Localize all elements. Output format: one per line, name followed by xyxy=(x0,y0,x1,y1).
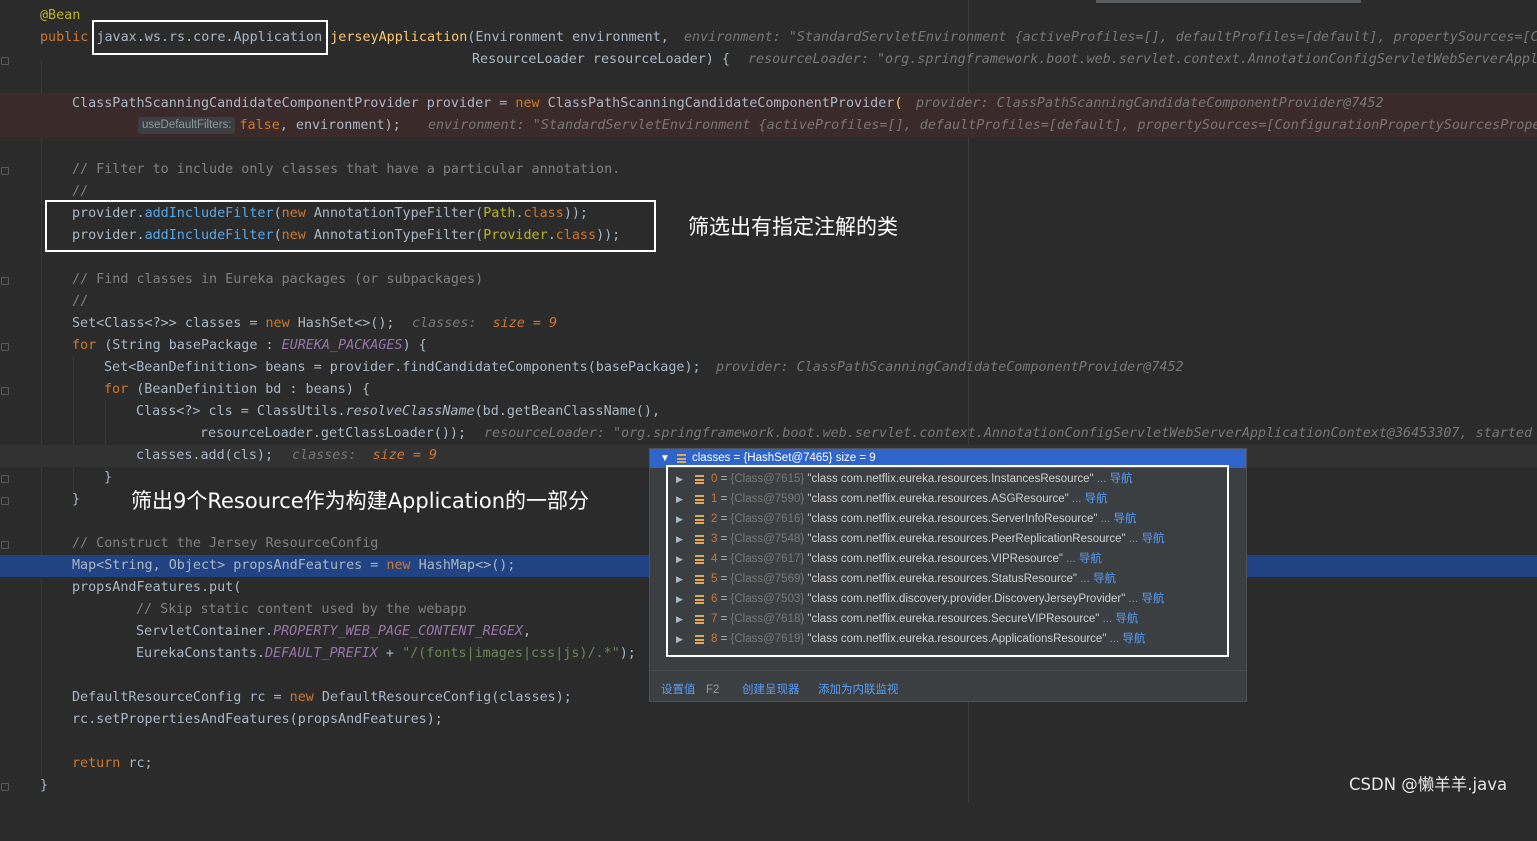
code-text: } xyxy=(72,492,81,507)
code-line[interactable]: Set<BeanDefinition> beans = provider.fin… xyxy=(0,357,1537,379)
code-line[interactable]: for (BeanDefinition bd : beans) { xyxy=(0,379,1537,401)
code-text: for (BeanDefinition bd : beans) { xyxy=(104,382,371,397)
code-text: resourceLoader.getClassLoader()); xyxy=(200,426,467,441)
highlight-box-return-type xyxy=(92,20,328,55)
divider xyxy=(650,670,1246,671)
code-text: classes.add(cls); xyxy=(136,448,274,463)
highlight-box-include-filters xyxy=(45,200,656,252)
inline-debug-hint: environment: "StandardServletEnvironment… xyxy=(684,30,1537,45)
code-comment: // xyxy=(72,294,89,309)
code-text: ServletContainer.PROPERTY_WEB_PAGE_CONTE… xyxy=(136,624,532,639)
code-line[interactable]: // xyxy=(0,291,1537,313)
code-text: Map<String, Object> propsAndFeatures = n… xyxy=(72,558,516,573)
code-comment: // Skip static content used by the webap… xyxy=(136,602,467,617)
code-line[interactable]: Class<?> cls = ClassUtils.resolveClassNa… xyxy=(0,401,1537,423)
create-renderer-link[interactable]: 创建呈现器 xyxy=(742,680,800,700)
code-text: Set<Class<?>> classes = new HashSet<>(); xyxy=(72,316,395,331)
inline-debug-hint: resourceLoader: "org.springframework.boo… xyxy=(484,426,1537,441)
code-line[interactable]: resourceLoader.getClassLoader()); resour… xyxy=(0,423,1537,445)
watermark: CSDN @懒羊羊.java xyxy=(1349,775,1508,794)
code-line-breakpoint[interactable]: ClassPathScanningCandidateComponentProvi… xyxy=(0,93,1537,115)
annotation-token: @Bean xyxy=(40,8,81,23)
code-text: for (String basePackage : EUREKA_PACKAGE… xyxy=(72,338,427,353)
code-line[interactable]: rc.setPropertiesAndFeatures(propsAndFeat… xyxy=(0,709,1537,731)
code-text: Set<BeanDefinition> beans = provider.fin… xyxy=(104,360,701,375)
code-text: ResourceLoader resourceLoader) { xyxy=(472,52,730,67)
code-comment: // Find classes in Eureka packages (or s… xyxy=(72,272,484,287)
resource-annotation-note: 筛出9个Resource作为构建Application的一部分 xyxy=(131,489,589,513)
code-text: propsAndFeatures.put( xyxy=(72,580,242,595)
code-text: DefaultResourceConfig rc = new DefaultRe… xyxy=(72,690,572,705)
inline-debug-hint: environment: "StandardServletEnvironment… xyxy=(428,118,1537,133)
code-comment: // Filter to include only classes that h… xyxy=(72,162,621,177)
inline-debug-hint: classes: size = 9 xyxy=(292,448,438,463)
code-line[interactable]: Set<Class<?>> classes = new HashSet<>();… xyxy=(0,313,1537,335)
code-text: return rc; xyxy=(72,756,153,771)
code-line[interactable]: for (String basePackage : EUREKA_PACKAGE… xyxy=(0,335,1537,357)
highlight-box-resource-list xyxy=(666,465,1229,657)
filter-annotation-note: 筛选出有指定注解的类 xyxy=(688,215,898,239)
horizontal-scrollbar[interactable] xyxy=(1096,0,1361,3)
inline-debug-hint: provider: ClassPathScanningCandidateComp… xyxy=(716,360,1184,375)
code-line[interactable]: return rc; xyxy=(0,753,1537,775)
inline-debug-hint: classes: size = 9 xyxy=(412,316,558,331)
code-text: rc.setPropertiesAndFeatures(propsAndFeat… xyxy=(72,712,443,727)
code-text: } xyxy=(40,778,49,793)
code-line[interactable]: // Find classes in Eureka packages (or s… xyxy=(0,269,1537,291)
code-text: } xyxy=(104,470,113,485)
list-icon xyxy=(677,454,686,463)
debug-value-popup[interactable]: ▼ classes = {HashSet@7465} size = 9 ▶ 0 =… xyxy=(649,448,1247,702)
parameter-name-hint: useDefaultFilters: xyxy=(138,117,236,134)
code-text: ClassPathScanningCandidateComponentProvi… xyxy=(72,96,903,111)
set-value-link[interactable]: 设置值 xyxy=(661,680,696,700)
inline-debug-hint: provider: ClassPathScanningCandidateComp… xyxy=(916,96,1384,111)
code-text: EurekaConstants.DEFAULT_PREFIX + "/(font… xyxy=(136,646,636,661)
code-comment: // Construct the Jersey ResourceConfig xyxy=(72,536,379,551)
code-text: Class<?> cls = ClassUtils.resolveClassNa… xyxy=(136,404,661,419)
code-line[interactable]: } xyxy=(0,775,1537,797)
code-line-breakpoint[interactable]: useDefaultFilters: false, environment); e… xyxy=(0,115,1537,137)
code-text: useDefaultFilters: false, environment); xyxy=(138,115,401,137)
shortcut-label: F2 xyxy=(706,684,720,696)
code-line[interactable]: // Filter to include only classes that h… xyxy=(0,159,1537,181)
inline-debug-hint: resourceLoader: "org.springframework.boo… xyxy=(748,52,1537,67)
add-inline-watch-link[interactable]: 添加为内联监视 xyxy=(818,680,899,700)
